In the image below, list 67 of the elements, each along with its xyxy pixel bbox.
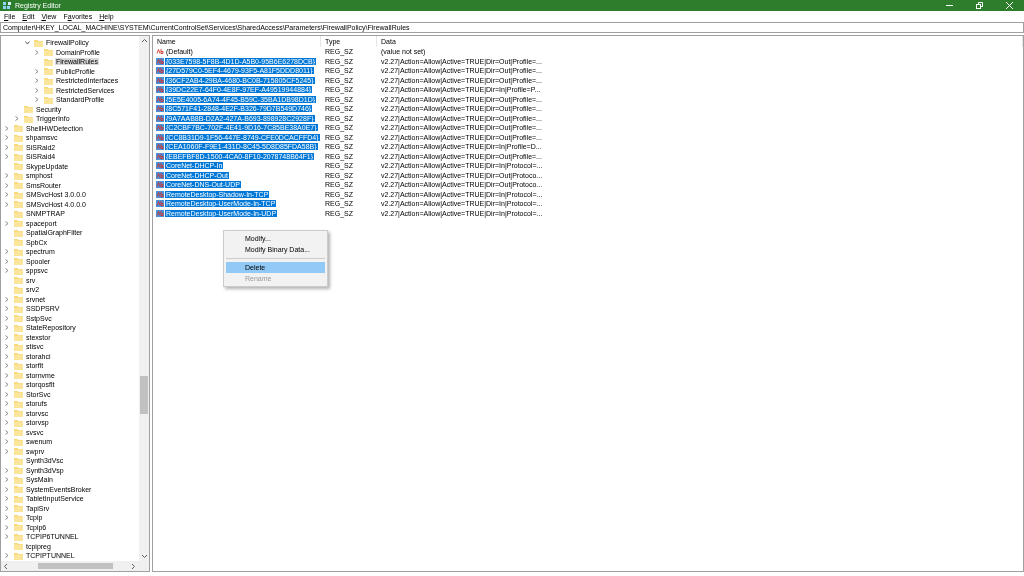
folder-icon bbox=[14, 409, 23, 418]
folder-icon bbox=[14, 418, 23, 427]
folder-icon bbox=[14, 504, 23, 513]
folder-icon bbox=[24, 105, 33, 114]
folder-icon bbox=[34, 38, 43, 47]
folder-icon bbox=[14, 437, 23, 446]
folder-icon bbox=[14, 342, 23, 351]
folder-icon bbox=[14, 371, 23, 380]
folder-icon bbox=[14, 162, 23, 171]
folder-icon bbox=[14, 285, 23, 294]
folder-icon bbox=[14, 466, 23, 475]
folder-icon bbox=[14, 551, 23, 560]
folder-icon bbox=[14, 494, 23, 503]
folder-icon bbox=[14, 143, 23, 152]
registry-icon bbox=[3, 1, 11, 10]
folder-icon bbox=[24, 114, 33, 123]
folder-icon bbox=[14, 295, 23, 304]
folder-icon bbox=[14, 399, 23, 408]
folder-icon bbox=[14, 133, 23, 142]
folder-icon bbox=[14, 361, 23, 370]
scrollbar-thumb[interactable] bbox=[140, 376, 148, 414]
folder-icon bbox=[14, 200, 23, 209]
folder-icon bbox=[44, 67, 53, 76]
folder-icon bbox=[14, 276, 23, 285]
scrollbar-thumb[interactable] bbox=[38, 563, 113, 569]
folder-icon bbox=[14, 447, 23, 456]
folder-icon bbox=[44, 57, 53, 66]
vertical-scrollbar[interactable] bbox=[139, 36, 149, 561]
folder-icon bbox=[44, 48, 53, 57]
folder-icon bbox=[14, 333, 23, 342]
folder-icon bbox=[14, 238, 23, 247]
folder-icon bbox=[14, 485, 23, 494]
folder-icon bbox=[14, 257, 23, 266]
scroll-left-icon bbox=[4, 564, 7, 569]
folder-icon bbox=[14, 247, 23, 256]
folder-icon bbox=[14, 513, 23, 522]
folder-icon bbox=[14, 152, 23, 161]
folder-icon bbox=[14, 456, 23, 465]
folder-icon bbox=[14, 304, 23, 313]
folder-icon bbox=[14, 190, 23, 199]
horizontal-scrollbar[interactable] bbox=[1, 561, 149, 571]
folder-icon bbox=[14, 171, 23, 180]
folder-icon bbox=[14, 323, 23, 332]
restore-icon bbox=[975, 2, 983, 9]
folder-icon bbox=[14, 314, 23, 323]
folder-icon bbox=[14, 266, 23, 275]
folder-icon bbox=[44, 76, 53, 85]
scroll-up-icon bbox=[142, 39, 147, 42]
folder-icon bbox=[14, 390, 23, 399]
folder-icon bbox=[14, 209, 23, 218]
folder-icon bbox=[14, 352, 23, 361]
folder-icon bbox=[44, 86, 53, 95]
folder-icon bbox=[14, 523, 23, 532]
scroll-right-icon bbox=[132, 564, 135, 569]
folder-icon bbox=[14, 532, 23, 541]
folder-icon bbox=[14, 542, 23, 551]
folder-icon bbox=[14, 219, 23, 228]
folder-icon bbox=[14, 181, 23, 190]
scroll-down-icon bbox=[142, 555, 147, 558]
minimize-icon bbox=[945, 5, 953, 6]
folder-icon bbox=[14, 124, 23, 133]
folder-icon bbox=[14, 475, 23, 484]
folder-icon bbox=[14, 428, 23, 437]
close-icon bbox=[1005, 2, 1013, 9]
folder-icon bbox=[44, 95, 53, 104]
folder-icon bbox=[14, 228, 23, 237]
folder-icon bbox=[14, 380, 23, 389]
